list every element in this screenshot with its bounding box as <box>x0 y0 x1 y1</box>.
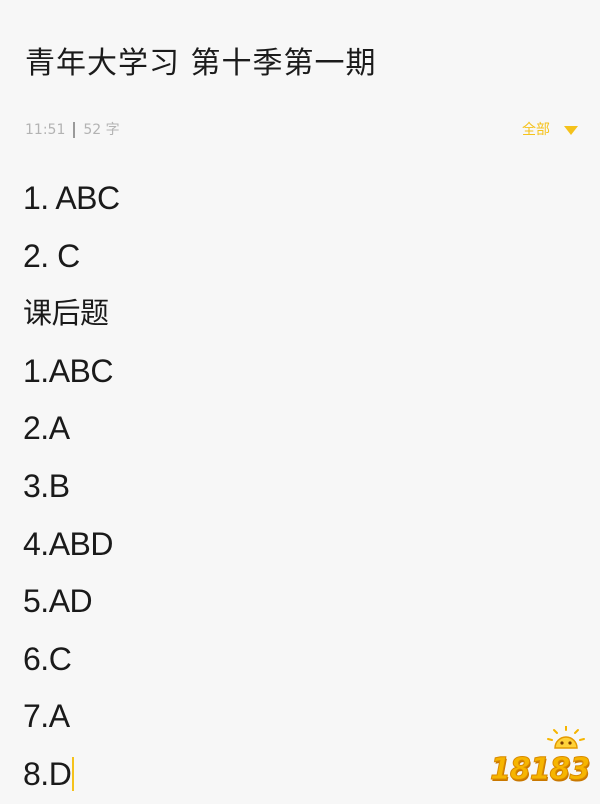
note-line[interactable]: 7.A <box>23 688 563 746</box>
meta-divider <box>73 122 76 138</box>
note-title[interactable]: 青年大学习 第十季第一期 <box>25 40 377 88</box>
watermark-text: 18183 <box>489 752 590 788</box>
note-word-count: 52 字 <box>83 122 120 138</box>
category-filter-label: 全部 <box>522 122 550 138</box>
note-line[interactable]: 2.A <box>23 400 563 458</box>
note-line-text: 6.C <box>23 640 72 677</box>
note-line-text: 3.B <box>23 467 70 504</box>
note-line[interactable]: 课后题 <box>23 285 563 343</box>
note-line-text: 课后题 <box>23 296 109 331</box>
note-line-text: 5.AD <box>23 583 93 620</box>
note-time: 11:51 <box>25 122 66 138</box>
note-editor: 青年大学习 第十季第一期 11:51 52 字 全部 1. ABC 2. C 课后题… <box>0 0 600 804</box>
note-line-text: 2. C <box>23 237 80 274</box>
note-line[interactable]: 5.AD <box>23 573 563 631</box>
note-line[interactable]: 1.ABC <box>23 343 563 401</box>
chevron-down-icon <box>564 125 578 135</box>
note-line[interactable]: 2. C <box>23 228 563 286</box>
note-line-text: 4.ABD <box>23 525 113 562</box>
note-line-text: 2.A <box>23 410 70 447</box>
note-line[interactable]: 4.ABD <box>23 516 563 574</box>
note-line[interactable]: 6.C <box>23 631 563 689</box>
note-line[interactable]: 3.B <box>23 458 563 516</box>
note-line[interactable]: 8.D <box>23 746 563 804</box>
note-line-text: 8.D <box>23 755 72 792</box>
text-cursor <box>72 756 75 791</box>
note-line-text: 1. ABC <box>23 180 120 216</box>
note-line-text: 1.ABC <box>23 352 113 389</box>
site-watermark: 18183 <box>489 726 591 796</box>
category-filter-dropdown[interactable]: 全部 <box>522 120 578 140</box>
note-meta: 11:51 52 字 <box>25 120 120 140</box>
note-content[interactable]: 1. ABC 2. C 课后题 1.ABC 2.A 3.B 4.ABD 5.AD 6.C 7.A 8… <box>23 170 563 804</box>
note-line[interactable]: 1. ABC <box>23 170 563 228</box>
note-line-text: 7.A <box>23 698 70 735</box>
